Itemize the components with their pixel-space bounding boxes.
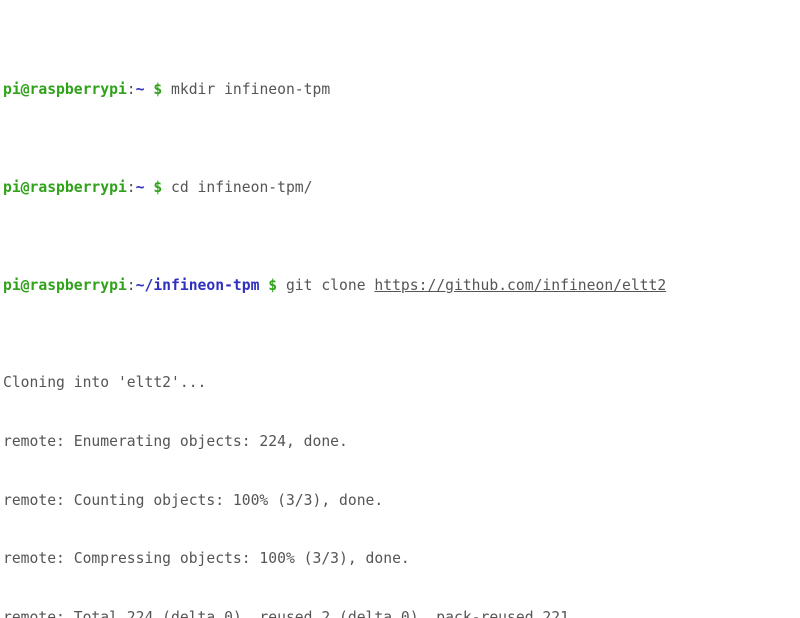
prompt-dollar: $	[153, 81, 163, 99]
prompt-colon: :	[126, 178, 136, 196]
prompt-dollar: $	[153, 178, 163, 196]
git-output-line: remote: Enumerating objects: 224, done.	[3, 433, 348, 451]
prompt-colon: :	[126, 276, 136, 294]
prompt-user-host: pi@raspberrypi	[3, 81, 127, 99]
prompt-user-host: pi@raspberrypi	[3, 276, 127, 294]
git-output-line: remote: Compressing objects: 100% (3/3),…	[3, 550, 410, 568]
prompt-dollar: $	[268, 276, 278, 294]
git-output-line: remote: Total 224 (delta 0), reused 2 (d…	[3, 608, 569, 618]
terminal-line-prompt-cd-tpm: pi@raspberrypi:~ $ cd infineon-tpm/	[3, 178, 800, 198]
git-output-line: remote: Counting objects: 100% (3/3), do…	[3, 491, 384, 509]
terminal-line-prompt-mkdir: pi@raspberrypi:~ $ mkdir infineon-tpm	[3, 80, 800, 100]
command-git-clone: git clone	[277, 276, 375, 294]
prompt-path: ~/infineon-tpm	[135, 276, 260, 294]
command-mkdir: mkdir infineon-tpm	[162, 81, 331, 99]
git-repo-url-link[interactable]: https://github.com/infineon/eltt2	[374, 277, 666, 294]
prompt-colon: :	[126, 81, 136, 99]
command-cd-tpm: cd infineon-tpm/	[162, 178, 313, 196]
terminal-window[interactable]: pi@raspberrypi:~ $ mkdir infineon-tpm pi…	[0, 0, 800, 618]
prompt-user-host: pi@raspberrypi	[3, 178, 127, 196]
git-output-line: Cloning into 'eltt2'...	[3, 374, 207, 392]
terminal-line-prompt-git-clone: pi@raspberrypi:~/infineon-tpm $ git clon…	[3, 276, 800, 296]
